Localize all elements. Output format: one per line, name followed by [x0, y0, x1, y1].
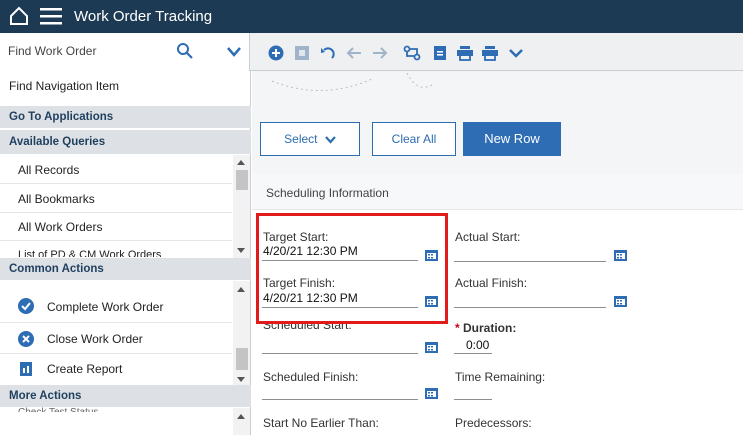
query-all-bookmarks[interactable]: All Bookmarks	[0, 192, 251, 206]
document-icon[interactable]	[430, 44, 450, 62]
workflow-icon[interactable]	[402, 44, 422, 62]
select-button[interactable]: Select	[260, 122, 360, 156]
print-icon[interactable]	[455, 44, 475, 62]
go-to-applications[interactable]: Go To Applications	[0, 106, 251, 128]
actual-finish-underline	[454, 307, 606, 308]
time-remaining-label: Time Remaining:	[455, 370, 546, 384]
find-work-order-search[interactable]: Find Work Order	[0, 33, 250, 71]
query-pd-cm-work-orders[interactable]: List of PD & CM Work Orders	[0, 249, 251, 257]
scroll-up-icon[interactable]	[237, 414, 245, 419]
scroll-up-icon[interactable]	[237, 287, 245, 292]
scroll-down-icon[interactable]	[237, 248, 245, 253]
search-icon[interactable]	[176, 42, 194, 60]
divider	[0, 353, 232, 354]
divider	[0, 183, 232, 184]
scheduled-finish-underline	[262, 399, 418, 400]
home-icon[interactable]	[8, 5, 30, 27]
time-remaining-underline	[454, 399, 492, 400]
select-label: Select	[284, 132, 318, 146]
undo-icon[interactable]	[318, 44, 338, 62]
duration-label-text: Duration:	[463, 321, 517, 335]
scheduled-finish-label: Scheduled Finish:	[263, 370, 359, 384]
search-input[interactable]: Find Work Order	[8, 44, 96, 58]
scheduled-start-clip: Scheduled Start:	[263, 324, 443, 333]
decorative-curve	[271, 72, 432, 92]
divider	[0, 212, 232, 213]
print-options-icon[interactable]	[480, 44, 500, 62]
actions-scroll-thumb[interactable]	[236, 348, 248, 370]
new-row-button[interactable]: New Row	[463, 122, 561, 156]
find-navigation-item[interactable]: Find Navigation Item	[0, 79, 251, 93]
calendar-icon[interactable]	[614, 295, 627, 307]
query-all-records[interactable]: All Records	[0, 163, 251, 177]
scroll-up-icon[interactable]	[237, 160, 245, 165]
divider	[0, 322, 232, 323]
duration-label: * Duration:	[455, 321, 516, 335]
required-marker: *	[455, 321, 460, 335]
action-check-test-status[interactable]: Check Test Status	[0, 407, 251, 412]
highlight-box	[256, 213, 448, 324]
scheduling-title: Scheduling Information	[266, 186, 389, 200]
chevron-down-icon	[325, 136, 336, 144]
clear-all-button[interactable]: Clear All	[372, 122, 456, 156]
actual-start-label: Actual Start:	[455, 230, 521, 244]
duration-field[interactable]: 0:00	[466, 338, 489, 352]
action-create-report[interactable]: Create Report	[0, 362, 251, 376]
more-chevron-icon[interactable]	[506, 44, 526, 62]
chevron-down-icon[interactable]	[226, 45, 242, 59]
predecessors-label: Predecessors:	[455, 416, 532, 430]
more-actions-heading: More Actions	[0, 385, 251, 407]
action-complete-work-order[interactable]: Complete Work Order	[0, 300, 251, 314]
app-header: Work Order Tracking	[0, 0, 743, 33]
start-no-earlier-label: Start No Earlier Than:	[263, 416, 379, 430]
calendar-icon[interactable]	[614, 249, 627, 261]
actual-start-underline	[454, 261, 606, 262]
calendar-icon[interactable]	[425, 341, 438, 353]
duration-underline	[454, 353, 492, 354]
scheduled-start-label: Scheduled Start:	[263, 324, 352, 332]
add-icon[interactable]	[266, 44, 286, 62]
action-close-work-order[interactable]: Close Work Order	[0, 332, 251, 346]
common-actions-heading: Common Actions	[0, 258, 251, 280]
divider	[0, 240, 232, 241]
queries-scroll-thumb[interactable]	[236, 170, 248, 190]
calendar-icon[interactable]	[425, 387, 438, 399]
save-icon[interactable]	[292, 44, 312, 62]
more-actions-scrollbar[interactable]	[233, 408, 250, 435]
hamburger-menu-icon[interactable]	[40, 7, 62, 25]
actual-finish-label: Actual Finish:	[455, 276, 528, 290]
available-queries-heading: Available Queries	[0, 130, 251, 154]
query-all-work-orders[interactable]: All Work Orders	[0, 220, 251, 234]
scheduled-start-underline	[262, 353, 418, 354]
back-arrow-icon[interactable]	[344, 44, 364, 62]
scroll-down-icon[interactable]	[237, 377, 245, 382]
app-title: Work Order Tracking	[74, 8, 213, 25]
forward-arrow-icon[interactable]	[370, 44, 390, 62]
